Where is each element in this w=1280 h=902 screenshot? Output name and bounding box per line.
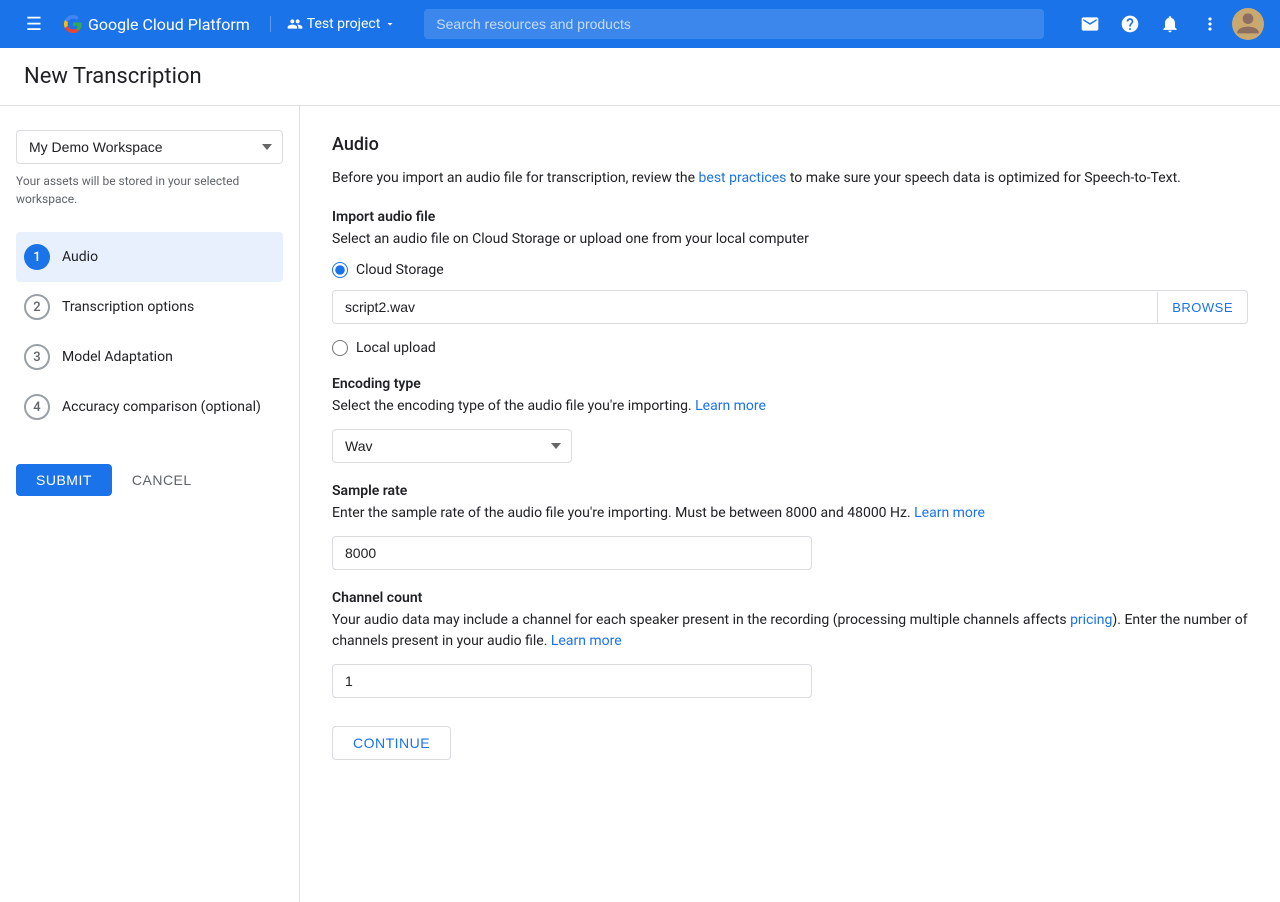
search-input[interactable] [424, 9, 1044, 39]
file-input-row: BROWSE [332, 290, 1248, 324]
cloud-storage-radio[interactable] [332, 262, 348, 278]
sidebar: My Demo Workspace Your assets will be st… [0, 106, 300, 902]
project-label: Test project [307, 16, 381, 32]
audio-section-title: Audio [332, 134, 1248, 155]
sample-rate-title: Sample rate [332, 483, 1248, 499]
step-label-audio: Audio [62, 249, 98, 265]
step-circle-4: 4 [24, 394, 50, 420]
email-button[interactable] [1072, 6, 1108, 42]
storage-type-group: Cloud Storage [332, 262, 1248, 278]
channel-learn-more-link[interactable]: Learn more [551, 633, 622, 649]
more-button[interactable] [1192, 6, 1228, 42]
step-circle-2: 2 [24, 294, 50, 320]
page-title: New Transcription [24, 64, 202, 89]
browse-button[interactable]: BROWSE [1157, 292, 1247, 323]
project-icon [287, 16, 303, 32]
encoding-type-desc: Select the encoding type of the audio fi… [332, 396, 1248, 417]
email-icon [1080, 14, 1100, 34]
help-button[interactable] [1112, 6, 1148, 42]
file-path-input[interactable] [333, 291, 1157, 323]
topbar: ☰ Google Cloud Platform Test project [0, 0, 1280, 48]
avatar-icon [1232, 8, 1264, 40]
step-item-accuracy[interactable]: 4 Accuracy comparison (optional) [16, 382, 283, 432]
google-logo-icon [64, 15, 82, 33]
menu-icon: ☰ [26, 14, 42, 35]
pricing-link[interactable]: pricing [1070, 612, 1112, 628]
step-list: 1 Audio 2 Transcription options 3 Model … [16, 232, 283, 432]
step-item-audio[interactable]: 1 Audio [16, 232, 283, 282]
cloud-storage-label: Cloud Storage [356, 262, 444, 278]
notifications-button[interactable] [1152, 6, 1188, 42]
best-practices-link[interactable]: best practices [699, 170, 787, 186]
import-audio-title: Import audio file [332, 209, 1248, 225]
sidebar-actions: SUBMIT CANCEL [16, 464, 283, 496]
step-circle-1: 1 [24, 244, 50, 270]
more-icon [1200, 14, 1220, 34]
cloud-storage-option[interactable]: Cloud Storage [332, 262, 1248, 278]
search-container [424, 9, 1044, 39]
encoding-learn-more-link[interactable]: Learn more [695, 398, 766, 414]
menu-button[interactable]: ☰ [16, 6, 52, 42]
local-upload-option[interactable]: Local upload [332, 340, 1248, 356]
step-item-model[interactable]: 3 Model Adaptation [16, 332, 283, 382]
channel-count-input[interactable] [332, 664, 812, 698]
project-selector[interactable]: Test project [270, 16, 397, 32]
content-area: Audio Before you import an audio file fo… [300, 106, 1280, 902]
encoding-type-title: Encoding type [332, 376, 1248, 392]
app-name: Google Cloud Platform [88, 15, 250, 34]
channel-count-title: Channel count [332, 590, 1248, 606]
step-label-model: Model Adaptation [62, 349, 173, 365]
user-avatar[interactable] [1232, 8, 1264, 40]
workspace-note: Your assets will be stored in your selec… [16, 172, 283, 208]
sample-rate-learn-more-link[interactable]: Learn more [914, 505, 985, 521]
import-audio-desc: Select an audio file on Cloud Storage or… [332, 229, 1248, 250]
local-upload-radio[interactable] [332, 340, 348, 356]
project-dropdown-icon [384, 18, 396, 30]
sample-rate-desc: Enter the sample rate of the audio file … [332, 503, 1248, 524]
notifications-icon [1160, 14, 1180, 34]
help-icon [1120, 14, 1140, 34]
step-item-transcription[interactable]: 2 Transcription options [16, 282, 283, 332]
continue-button[interactable]: CONTINUE [332, 726, 451, 760]
channel-count-desc: Your audio data may include a channel fo… [332, 610, 1248, 652]
cancel-button[interactable]: CANCEL [120, 464, 204, 496]
submit-button[interactable]: SUBMIT [16, 464, 112, 496]
local-upload-label: Local upload [356, 340, 436, 356]
step-label-accuracy: Accuracy comparison (optional) [62, 399, 261, 415]
topbar-actions [1072, 6, 1264, 42]
app-logo: Google Cloud Platform [64, 15, 250, 34]
workspace-select[interactable]: My Demo Workspace [16, 130, 283, 164]
page-title-bar: New Transcription [0, 48, 1280, 106]
encoding-select[interactable]: Wav MP3 FLAC AMR LINEAR16 OGG_OPUS [332, 429, 572, 463]
main-layout: My Demo Workspace Your assets will be st… [0, 106, 1280, 902]
section-intro: Before you import an audio file for tran… [332, 167, 1248, 189]
step-label-transcription: Transcription options [62, 299, 194, 315]
step-circle-3: 3 [24, 344, 50, 370]
sample-rate-input[interactable] [332, 536, 812, 570]
